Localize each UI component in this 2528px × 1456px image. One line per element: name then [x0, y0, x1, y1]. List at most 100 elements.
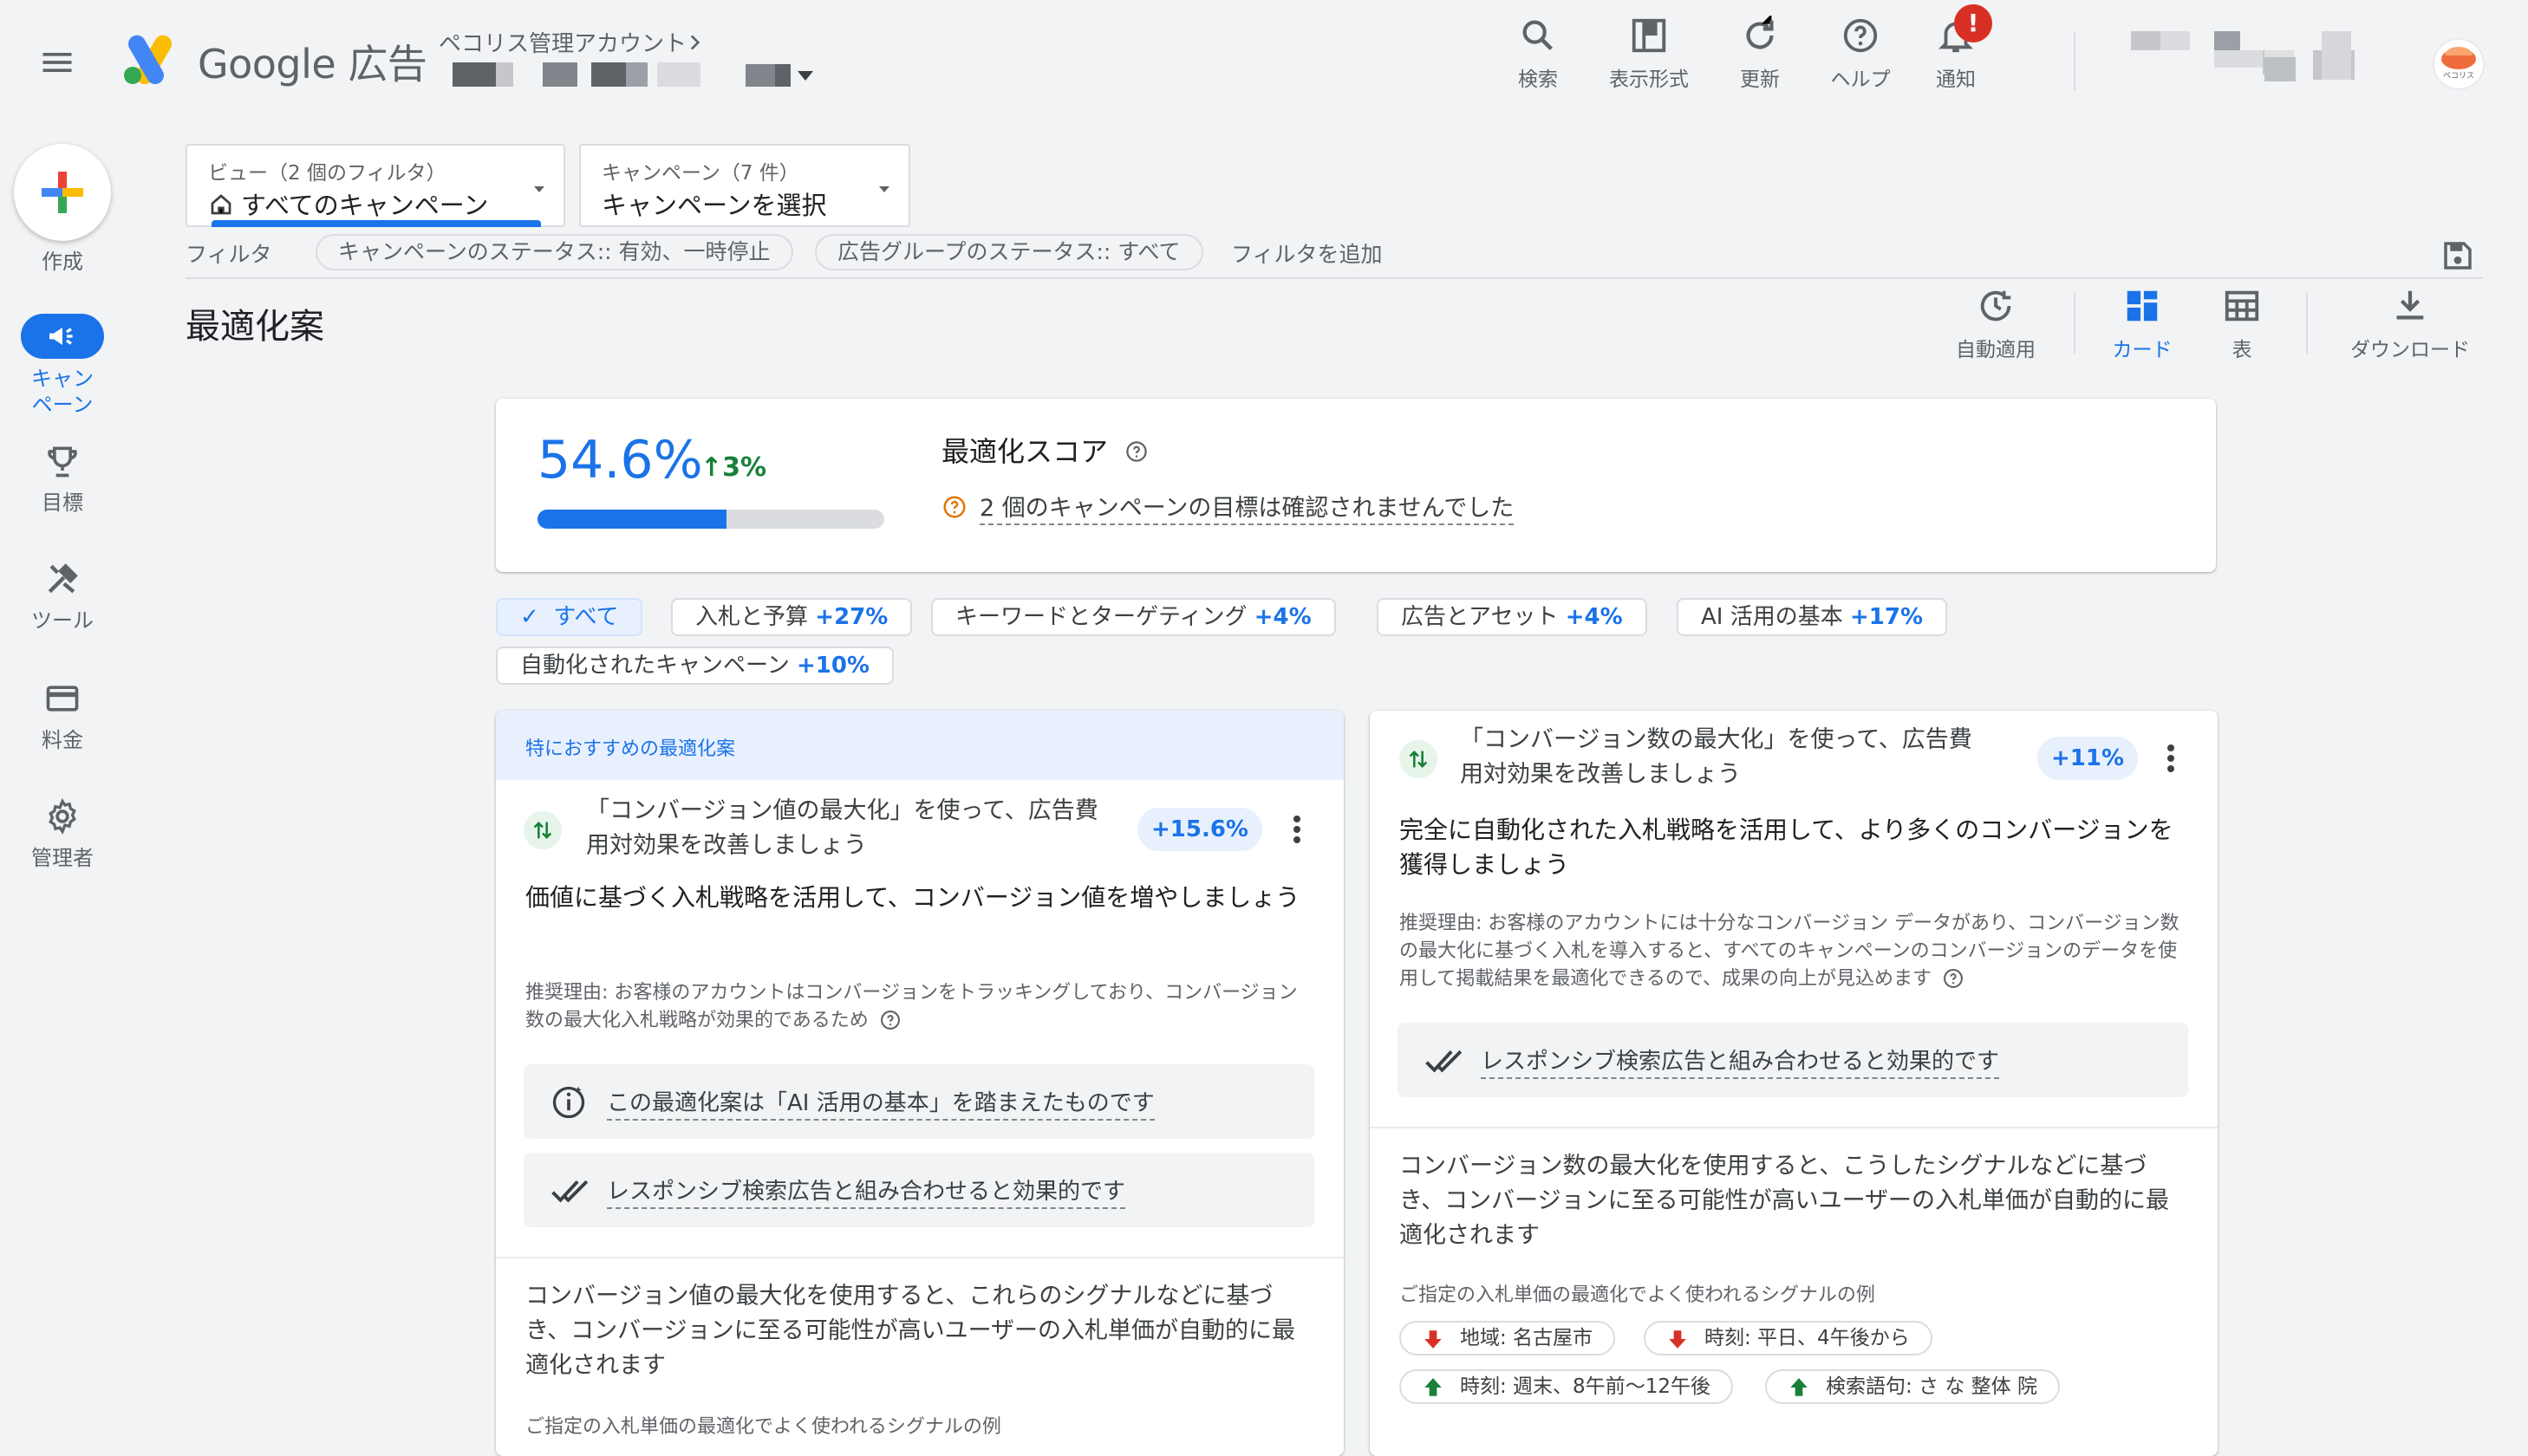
- recommendation-title[interactable]: 「コンバージョン値の最大化」を使って、広告費用対効果を改善しましょう: [586, 794, 1115, 863]
- create-button[interactable]: [14, 144, 111, 241]
- download-button[interactable]: ダウンロード: [2341, 286, 2479, 362]
- score-title: 最適化スコア: [941, 430, 1150, 470]
- sidebar-item-label: 管理者: [31, 846, 94, 870]
- card-divider: [496, 1257, 1344, 1258]
- category-chip-automated-campaigns[interactable]: 自動化されたキャンペーン +10%: [496, 647, 894, 685]
- view-selector[interactable]: ビュー（2 個のフィルタ） すべてのキャンペーン: [186, 144, 565, 227]
- bidding-strategy-icon: [524, 811, 562, 849]
- filter-chip[interactable]: キャンペーンのステータス:: 有効、一時停止: [316, 234, 793, 270]
- appearance-icon: [1632, 18, 1666, 53]
- rsa-pairing-link[interactable]: レスポンシブ検索広告と組み合わせると効果的です: [1481, 1043, 2000, 1079]
- divider: [2306, 293, 2308, 354]
- divider: [2074, 293, 2075, 354]
- bidding-strategy-icon: [1399, 740, 1437, 778]
- recommendation-reason: 推奨理由: お客様のアカウントには十分なコンバージョン データがあり、コンバージ…: [1399, 913, 2179, 991]
- plus-icon: [42, 172, 83, 213]
- sidebar-item-tools[interactable]: ツール: [0, 558, 125, 634]
- filter-chip[interactable]: 広告グループのステータス:: すべて: [815, 234, 1203, 270]
- active-indicator: [212, 220, 541, 227]
- chevron-right-icon[interactable]: [683, 31, 706, 54]
- ai-essentials-link[interactable]: この最適化案は「AI 活用の基本」を踏まえたものです: [607, 1085, 1155, 1121]
- appearance-button[interactable]: 表示形式: [1606, 16, 1692, 92]
- sidebar-item-label: キャンペーン: [31, 367, 94, 417]
- arrow-down-icon: [1669, 1330, 1686, 1349]
- page-title: 最適化案: [186, 307, 324, 347]
- info-sparkle-icon: [552, 1086, 585, 1119]
- tool-label: 表示形式: [1609, 68, 1689, 91]
- score-delta: ↑3%: [700, 452, 767, 483]
- sidebar-item-label: 料金: [42, 728, 83, 752]
- help-button[interactable]: ヘルプ: [1817, 16, 1904, 92]
- recommendation-title[interactable]: 「コンバージョン数の最大化」を使って、広告費用対効果を改善しましょう: [1460, 723, 1989, 792]
- recommendation-description: 価値に基づく入札戦略を活用して、コンバージョン値を増やしましょう: [525, 883, 1300, 912]
- arrow-down-icon: [1424, 1330, 1442, 1349]
- rsa-pairing-note: レスポンシブ検索広告と組み合わせると効果的です: [1398, 1023, 2188, 1097]
- megaphone-icon: [49, 328, 73, 345]
- recommendation-reason: 推奨理由: お客様のアカウントはコンバージョンをトラッキングしており、コンバージ…: [525, 982, 1298, 1032]
- google-ads-logo-icon[interactable]: [121, 33, 179, 85]
- avatar[interactable]: ペコリス: [2433, 38, 2485, 90]
- double-check-icon: [551, 1180, 589, 1203]
- tool-label: ヘルプ: [1830, 68, 1891, 91]
- recommendation-body: コンバージョン数の最大化を使用すると、こうしたシグナルなどに基づき、コンバージョ…: [1399, 1153, 2170, 1249]
- help-icon: [1843, 18, 1878, 53]
- recommendation-body: コンバージョン値の最大化を使用すると、これらのシグナルなどに基づき、コンバージョ…: [525, 1283, 1296, 1379]
- featured-label: 特におすすめの最適化案: [496, 711, 1344, 780]
- account-name[interactable]: ペコリス管理アカウント: [439, 26, 687, 58]
- refresh-button[interactable]: 更新: [1717, 16, 1803, 92]
- save-icon[interactable]: [2440, 237, 2476, 274]
- category-chip-ads-assets[interactable]: 広告とアセット +4%: [1377, 598, 1647, 636]
- signal-chip: 時刻: 平日、4午後から: [1644, 1321, 1932, 1355]
- table-view-button[interactable]: 表: [2209, 286, 2275, 362]
- arrow-up-icon: [1790, 1378, 1808, 1396]
- gear-icon: [49, 798, 76, 835]
- recommendation-card: 「コンバージョン数の最大化」を使って、広告費用対効果を改善しましょう +11% …: [1370, 711, 2218, 1456]
- more-options-icon[interactable]: [1280, 808, 1314, 851]
- campaign-selector-value: キャンペーンを選択: [602, 191, 827, 220]
- tool-label: 通知: [1936, 68, 1976, 91]
- add-filter-link[interactable]: フィルタを追加: [1231, 237, 1383, 276]
- category-chip-all[interactable]: ✓ すべて: [496, 598, 643, 636]
- rsa-pairing-note: レスポンシブ検索広告と組み合わせると効果的です: [524, 1153, 1314, 1227]
- account-switcher[interactable]: [746, 64, 815, 87]
- category-chip-bids-budgets[interactable]: 入札と予算 +27%: [671, 598, 913, 636]
- warning-help-icon: [943, 496, 966, 518]
- sidebar-item-billing[interactable]: 料金: [0, 678, 125, 753]
- score-note: 2 個のキャンペーンの目標は確認されませんでした: [941, 489, 1515, 525]
- tool-label: 検索: [1518, 68, 1558, 91]
- help-icon[interactable]: [878, 1008, 902, 1032]
- user-info-redacted[interactable]: [2131, 31, 2391, 81]
- score-progress-fill: [538, 510, 727, 529]
- auto-apply-button[interactable]: 自動適用: [1947, 286, 2044, 362]
- tools-icon: [48, 563, 78, 594]
- unconfirmed-goals-link[interactable]: 2 個のキャンペーンの目標は確認されませんでした: [980, 495, 1515, 525]
- help-icon[interactable]: [1124, 439, 1150, 465]
- category-chip-keywords-targeting[interactable]: キーワードとターゲティング +4%: [931, 598, 1336, 636]
- tool-label: 更新: [1740, 68, 1780, 91]
- recommendation-description: 完全に自動化された入札戦略を活用して、より多くのコンバージョンを獲得しましょう: [1399, 816, 2173, 879]
- rsa-pairing-link[interactable]: レスポンシブ検索広告と組み合わせると効果的です: [607, 1173, 1126, 1209]
- dropdown-arrow-icon: [874, 179, 895, 199]
- sidebar-item-campaigns[interactable]: キャンペーン: [0, 314, 125, 418]
- campaign-selector[interactable]: キャンペーン（7 件） キャンペーンを選択: [579, 144, 910, 227]
- refresh-icon: [1746, 16, 1774, 49]
- view-tool-label: 表: [2232, 339, 2252, 361]
- sidebar-item-admin[interactable]: 管理者: [0, 796, 125, 871]
- arrow-up-icon: ↑: [700, 452, 723, 483]
- cards-view-button[interactable]: カード: [2103, 286, 2181, 362]
- more-options-icon[interactable]: [2153, 737, 2188, 780]
- signals-label: ご指定の入札単価の最適化でよく使われるシグナルの例: [1399, 1284, 1875, 1306]
- brand-title[interactable]: Google 広告: [198, 33, 427, 90]
- view-tool-label: 自動適用: [1956, 339, 2036, 361]
- sidebar-item-label: ツール: [31, 608, 94, 633]
- search-icon: [1522, 20, 1553, 50]
- sidebar-item-goals[interactable]: 目標: [0, 440, 125, 516]
- table-icon: [2225, 290, 2259, 322]
- account-id-redacted: [453, 62, 700, 87]
- search-button[interactable]: 検索: [1495, 16, 1581, 92]
- filter-label: フィルタ: [186, 242, 272, 267]
- help-icon[interactable]: [1941, 966, 1965, 991]
- cards-icon: [2127, 290, 2158, 322]
- menu-icon[interactable]: [38, 43, 76, 81]
- category-chip-ai-essentials[interactable]: AI 活用の基本 +17%: [1677, 598, 1948, 636]
